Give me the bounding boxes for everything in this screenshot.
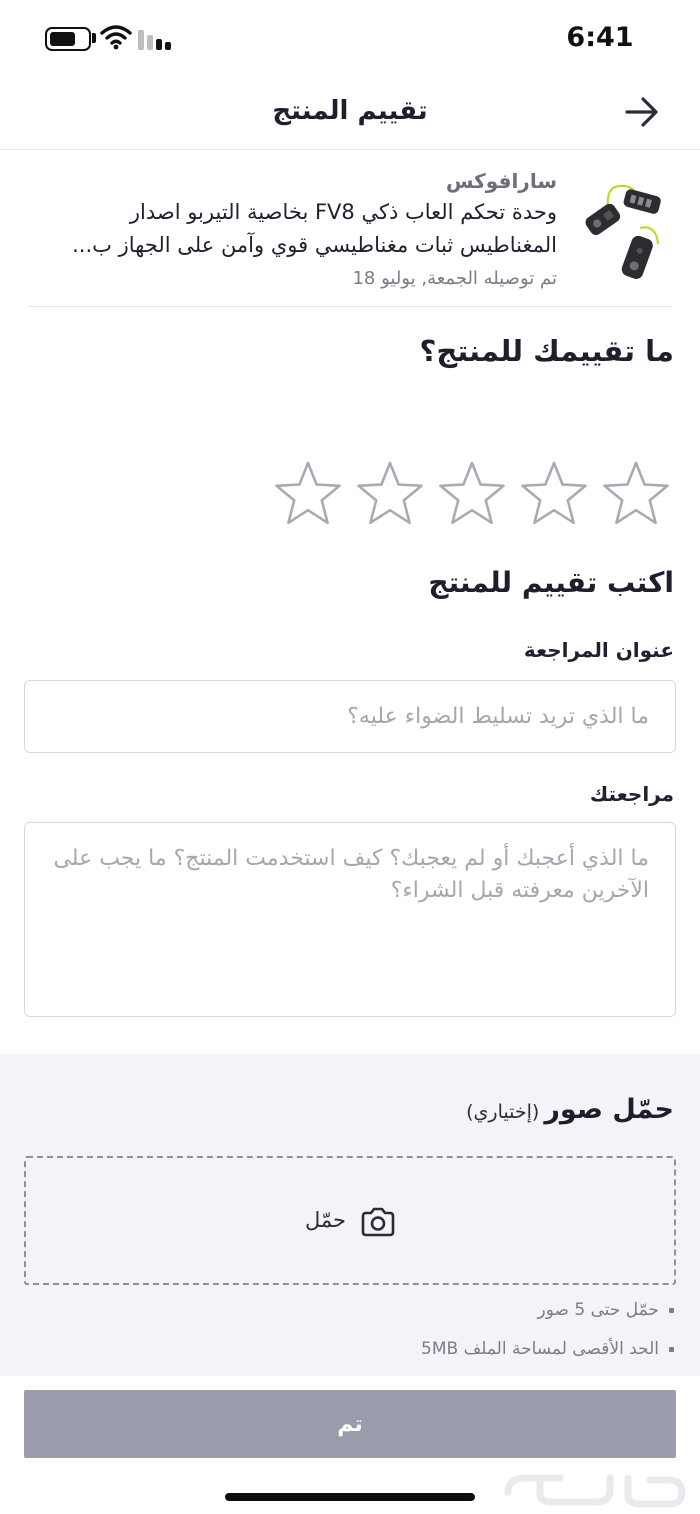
- camera-icon: [361, 1207, 395, 1237]
- review-heading: اكتب تقييم للمنتج: [428, 566, 674, 599]
- arrow-right-icon[interactable]: [622, 94, 662, 130]
- upload-note-text: حمّل حتى 5 صور: [537, 1300, 660, 1320]
- upload-note-text: الحد الأقصى لمساحة الملف 5MB: [421, 1339, 659, 1359]
- divider: [28, 306, 672, 307]
- haraj-watermark-logo: [504, 1474, 686, 1508]
- photo-upload-dropzone[interactable]: [24, 1156, 676, 1285]
- upload-title: حمّل صور (إختياري): [466, 1094, 674, 1125]
- wifi-icon: [100, 25, 132, 50]
- star-3-icon[interactable]: [436, 458, 508, 530]
- battery-level: [50, 32, 75, 46]
- star-1-icon[interactable]: [600, 458, 672, 530]
- upload-optional-text: (إختياري): [466, 1101, 540, 1123]
- delivery-status: تم توصيله الجمعة, يوليو 18: [352, 268, 557, 289]
- star-2-icon[interactable]: [518, 458, 590, 530]
- upload-title-text: حمّل صور: [544, 1094, 674, 1125]
- review-body-label: مراجعتك: [589, 782, 674, 806]
- bullet: [669, 1346, 674, 1352]
- product-info: سارافوكس وحدة تحكم العاب ذكي FV8 بخاصية …: [37, 166, 557, 294]
- product-name: وحدة تحكم العاب ذكي FV8 بخاصية التيربو ا…: [72, 200, 557, 257]
- review-body-textarea[interactable]: [24, 822, 676, 1017]
- upload-note-size: الحد الأقصى لمساحة الملف 5MB: [421, 1339, 674, 1359]
- bullet: [669, 1307, 674, 1313]
- review-title-label: عنوان المراجعة: [523, 638, 674, 662]
- battery-icon: [45, 27, 91, 51]
- product-image: [585, 184, 661, 279]
- star-rating: [272, 458, 672, 530]
- review-title-input[interactable]: [24, 680, 676, 753]
- cellular-signal-icon: [138, 30, 171, 50]
- page-title: تقييم المنتج: [272, 96, 428, 126]
- status-time: 6:41: [566, 22, 634, 53]
- battery-cap: [92, 33, 96, 43]
- product-brand: سارافوكس: [445, 169, 557, 193]
- home-indicator: [225, 1493, 475, 1501]
- upload-button-label[interactable]: حمّل: [305, 1208, 346, 1232]
- star-4-icon[interactable]: [354, 458, 426, 530]
- done-button[interactable]: تم: [24, 1390, 676, 1458]
- rating-question: ما تقييمك للمنتج؟: [419, 334, 675, 368]
- star-5-icon[interactable]: [272, 458, 344, 530]
- upload-note-limit: حمّل حتى 5 صور: [537, 1300, 674, 1320]
